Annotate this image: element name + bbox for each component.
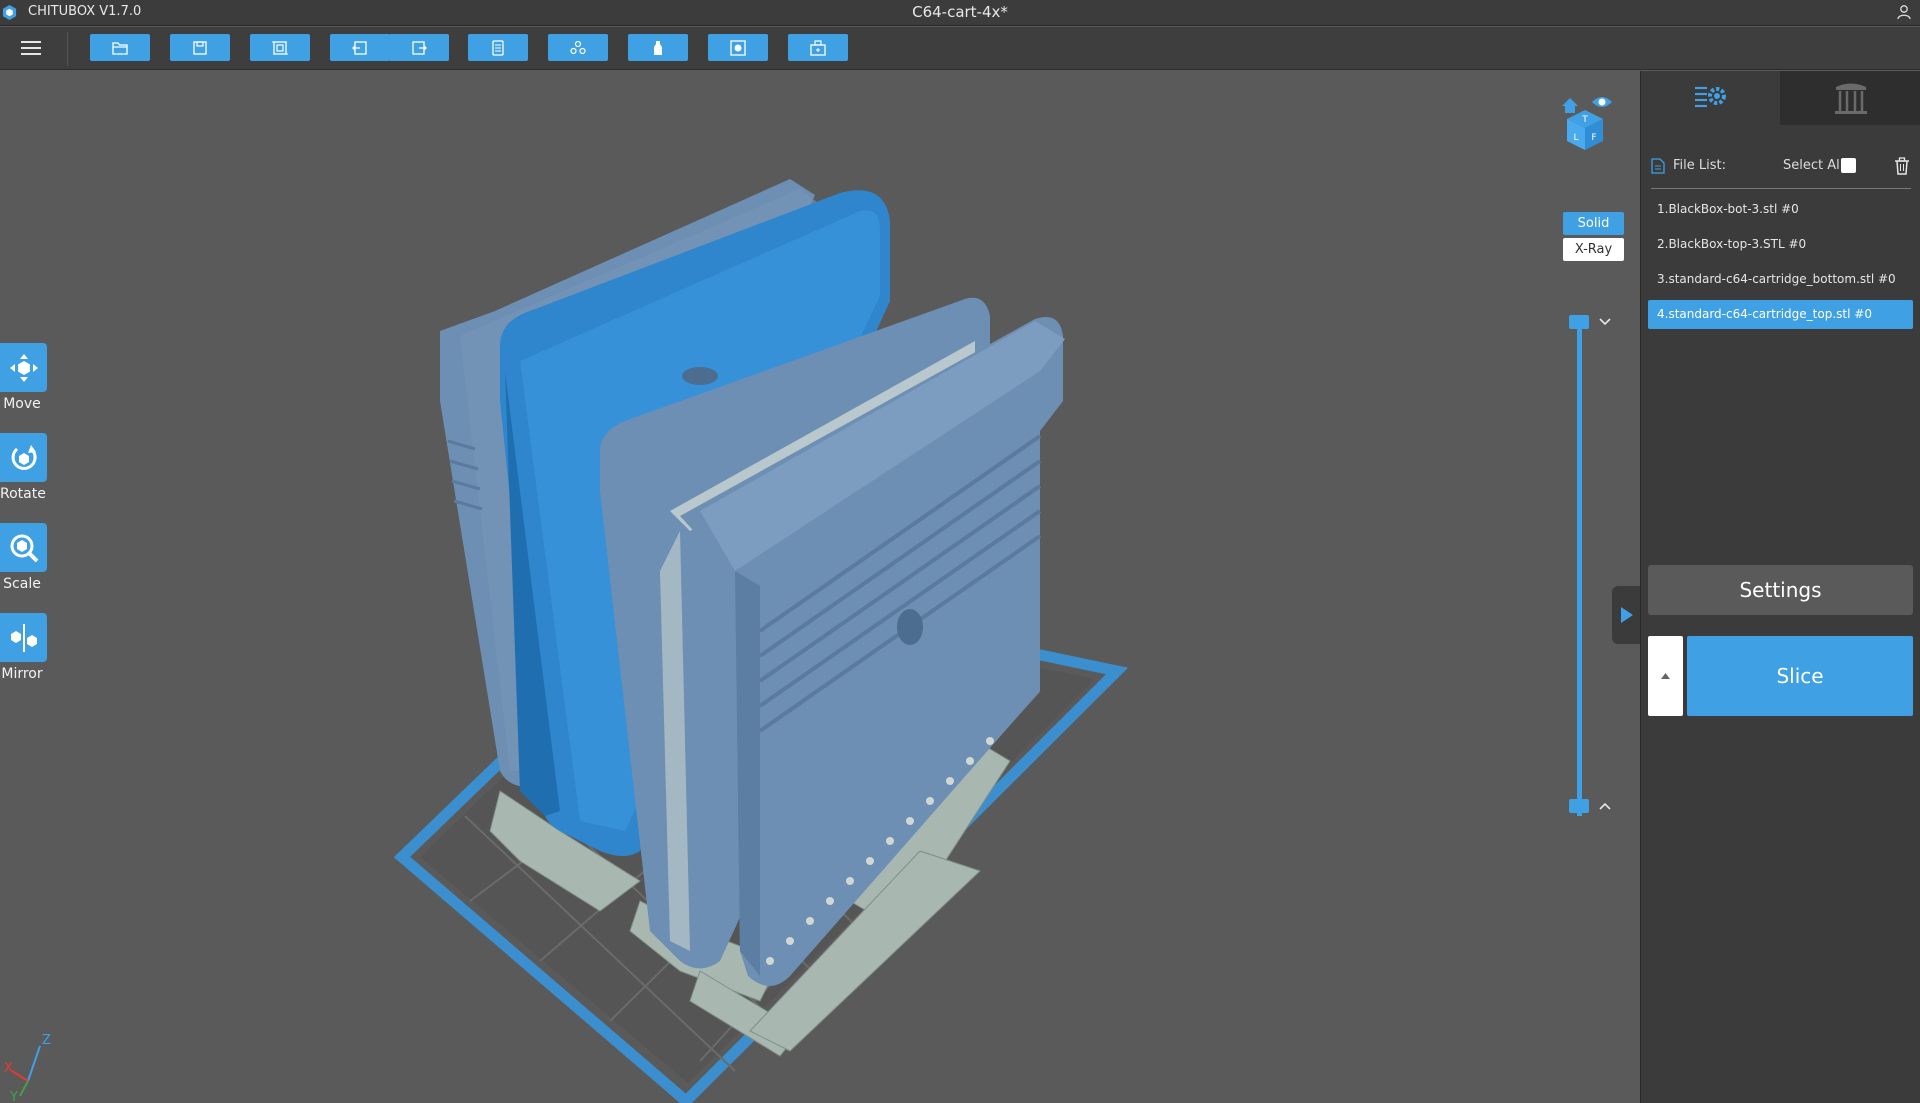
play-triangle-icon — [1621, 607, 1633, 623]
mirror-tool-label: Mirror — [1, 666, 43, 682]
main-toolbar — [0, 27, 1920, 70]
solid-view-button[interactable]: Solid — [1563, 212, 1624, 235]
user-account-icon[interactable] — [1896, 4, 1912, 20]
slice-options-button[interactable] — [1648, 636, 1683, 716]
scale-tool-button[interactable] — [0, 523, 47, 572]
panel-collapse-button[interactable] — [1612, 586, 1640, 644]
chevron-down-icon[interactable] — [1598, 315, 1612, 329]
undo-icon — [352, 40, 367, 55]
layer-slider-track[interactable] — [1577, 323, 1582, 816]
save-button[interactable] — [170, 34, 230, 61]
x-axis-label: X — [4, 1061, 13, 1076]
save-icon — [193, 40, 207, 55]
eye-icon[interactable] — [1592, 97, 1612, 107]
right-panel: File List: Select All 1.BlackBox-bot-3.s… — [1640, 71, 1920, 1103]
move-icon — [9, 353, 38, 382]
file-list-item-selected[interactable]: 4.standard-c64-cartridge_top.stl #0 — [1648, 300, 1913, 329]
settings-button[interactable]: Settings — [1648, 565, 1913, 615]
frame-icon — [272, 40, 288, 55]
mirror-tool[interactable]: Mirror — [0, 613, 48, 682]
document-title: C64-cart-4x* — [912, 3, 1008, 21]
tab-supports[interactable] — [1780, 71, 1920, 125]
redo-icon — [412, 40, 427, 55]
file-icon — [1651, 158, 1665, 174]
folder-icon — [112, 41, 128, 55]
file-list-label: File List: — [1673, 158, 1726, 173]
mirror-icon — [10, 623, 37, 652]
select-all-label: Select All — [1783, 158, 1844, 173]
file-list-header: File List: Select All — [1651, 155, 1911, 177]
axis-gizmo: Z X Y — [4, 1033, 51, 1101]
scale-icon — [10, 534, 38, 562]
chevron-up-icon[interactable] — [1598, 799, 1612, 813]
document-icon — [492, 39, 504, 56]
open-file-button[interactable] — [90, 34, 150, 61]
slice-button[interactable]: Slice — [1687, 636, 1913, 716]
select-all-checkbox[interactable] — [1841, 158, 1856, 173]
tab-model-settings[interactable] — [1641, 71, 1780, 125]
y-axis-label: Y — [9, 1090, 18, 1101]
file-list-item[interactable]: 3.standard-c64-cartridge_bottom.stl #0 — [1648, 265, 1913, 294]
toolbar-separator — [67, 32, 68, 66]
file-list-item[interactable]: 2.BlackBox-top-3.STL #0 — [1648, 230, 1913, 259]
dig-hole-button[interactable] — [708, 34, 768, 61]
home-view-icon[interactable] — [1562, 98, 1578, 113]
rotate-tool-label: Rotate — [0, 486, 46, 502]
trash-icon[interactable] — [1894, 157, 1910, 175]
scale-tool-label: Scale — [3, 576, 41, 592]
z-axis-label: Z — [42, 1033, 51, 1048]
3d-scene[interactable] — [0, 71, 1640, 1103]
list-gear-icon — [1694, 86, 1726, 108]
file-list-item[interactable]: 1.BlackBox-bot-3.stl #0 — [1648, 195, 1913, 224]
support-button[interactable] — [628, 34, 688, 61]
file-list-divider — [1651, 188, 1911, 189]
printer-icon — [810, 39, 826, 56]
3d-viewport[interactable]: Move Rotate Scale Mirror T L F Solid X-R… — [0, 71, 1640, 1103]
redo-button[interactable] — [389, 34, 449, 61]
move-tool-button[interactable] — [0, 343, 47, 392]
printer-button[interactable] — [788, 34, 848, 61]
group-icon — [570, 40, 586, 54]
cube-icon — [730, 39, 746, 56]
rotate-tool[interactable]: Rotate — [0, 433, 48, 502]
layer-slider-top-handle[interactable] — [1569, 315, 1589, 329]
caret-up-icon — [1661, 673, 1670, 679]
layer-slider-bottom-handle[interactable] — [1569, 799, 1589, 813]
xray-view-button[interactable]: X-Ray — [1563, 238, 1624, 261]
list-button[interactable] — [468, 34, 528, 61]
rotate-tool-button[interactable] — [0, 433, 47, 482]
rotate-icon — [11, 444, 37, 470]
undo-button[interactable] — [330, 34, 390, 61]
move-tool-label: Move — [3, 396, 41, 412]
view-cube[interactable]: T L F — [1556, 88, 1614, 152]
view-cube-top-face[interactable]: T — [1581, 115, 1588, 125]
support-icon — [654, 40, 662, 55]
hollow-button[interactable] — [548, 34, 608, 61]
view-cube-front-face[interactable]: F — [1591, 133, 1596, 143]
support-pillars-icon — [1834, 83, 1867, 114]
view-cube-left-face[interactable]: L — [1573, 133, 1578, 143]
move-tool[interactable]: Move — [0, 343, 48, 412]
hamburger-menu-icon[interactable] — [19, 36, 43, 60]
scale-tool[interactable]: Scale — [0, 523, 48, 592]
title-bar: CHITUBOX V1.7.0 C64-cart-4x* — [0, 0, 1920, 26]
auto-layout-button[interactable] — [250, 34, 310, 61]
mirror-tool-button[interactable] — [0, 613, 47, 662]
